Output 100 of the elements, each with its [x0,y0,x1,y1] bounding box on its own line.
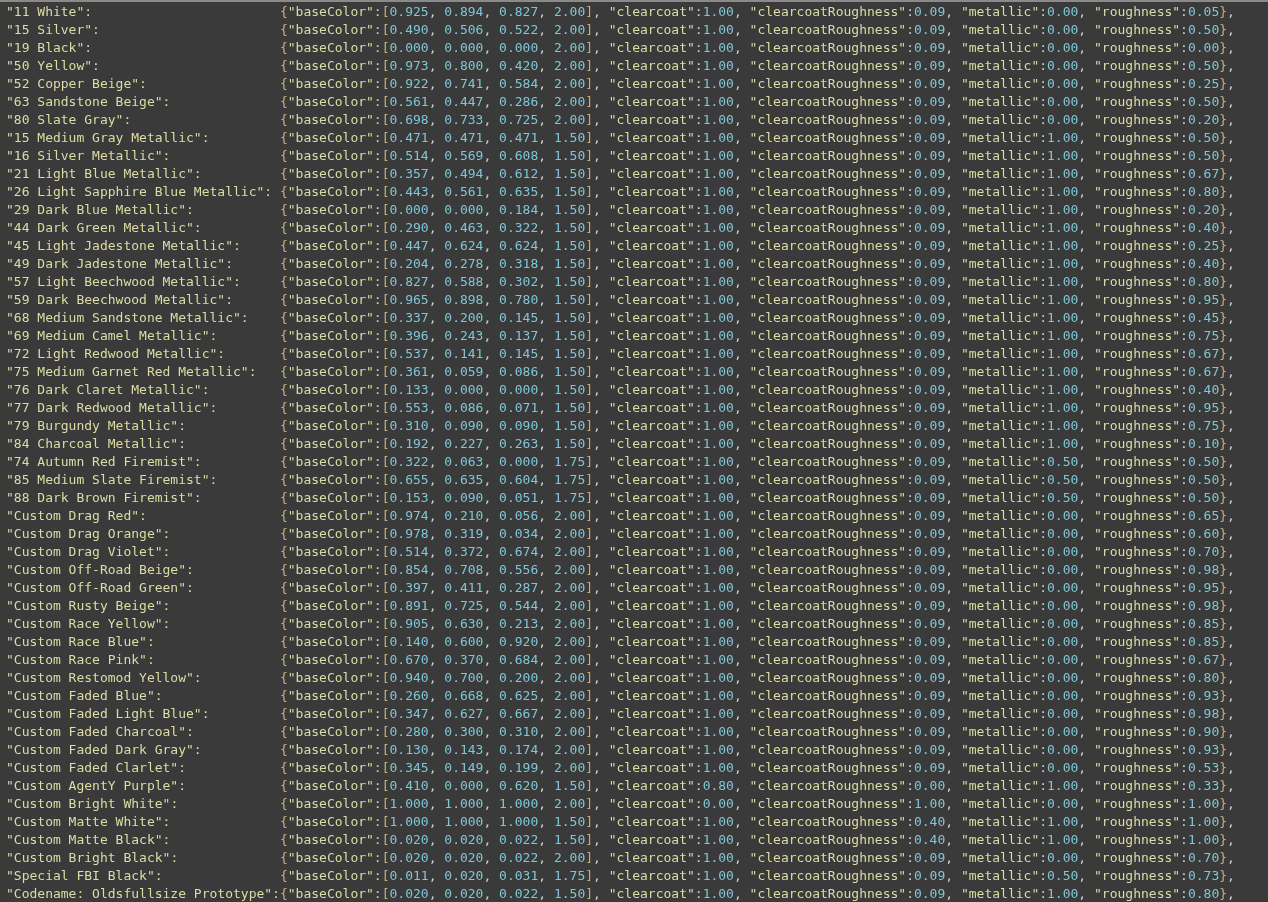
code-value: {"baseColor":[0.827, 0.588, 0.302, 1.50], "clearcoat":1.00, "clearcoatRoughness":0.09, "metallic":1.00, "roughness":0.80}, [279,273,1235,291]
code-key: "16 Silver Metallic": [6,147,280,165]
code-value: {"baseColor":[0.940, 0.700, 0.200, 2.00], "clearcoat":1.00, "clearcoatRoughness":0.09, "metallic":0.00, "roughness":0.80}, [279,669,1235,687]
code-key: "88 Dark Brown Firemist": [6,489,280,507]
code-value: {"baseColor":[0.280, 0.300, 0.310, 2.00], "clearcoat":1.00, "clearcoatRoughness":0.09, "metallic":0.00, "roughness":0.90}, [279,723,1235,741]
code-key: "Custom Matte White": [6,813,280,831]
code-key: "Custom Off-Road Beige": [6,561,280,579]
code-value: {"baseColor":[0.140, 0.600, 0.920, 2.00], "clearcoat":1.00, "clearcoatRoughness":0.09, "metallic":0.00, "roughness":0.85}, [279,633,1235,651]
code-value: {"baseColor":[0.357, 0.494, 0.612, 1.50], "clearcoat":1.00, "clearcoatRoughness":0.09, "metallic":1.00, "roughness":0.67}, [279,165,1235,183]
code-value: {"baseColor":[0.290, 0.463, 0.322, 1.50], "clearcoat":1.00, "clearcoatRoughness":0.09, "metallic":1.00, "roughness":0.40}, [279,219,1235,237]
code-value: {"baseColor":[0.347, 0.627, 0.667, 2.00], "clearcoat":1.00, "clearcoatRoughness":0.09, "metallic":0.00, "roughness":0.98}, [279,705,1235,723]
code-key: "85 Medium Slate Firemist": [6,471,280,489]
code-key: "15 Medium Gray Metallic": [6,129,280,147]
code-key: "52 Copper Beige": [6,75,280,93]
code-value: {"baseColor":[1.000, 1.000, 1.000, 1.50], "clearcoat":1.00, "clearcoatRoughness":0.40, "metallic":1.00, "roughness":1.00}, [279,813,1235,831]
code-value: {"baseColor":[0.655, 0.635, 0.604, 1.75], "clearcoat":1.00, "clearcoatRoughness":0.09, "metallic":0.50, "roughness":0.50}, [279,471,1235,489]
code-value: {"baseColor":[0.922, 0.741, 0.584, 2.00], "clearcoat":1.00, "clearcoatRoughness":0.09, "metallic":0.00, "roughness":0.25}, [279,75,1235,93]
code-value: {"baseColor":[0.260, 0.668, 0.625, 2.00], "clearcoat":1.00, "clearcoatRoughness":0.09, "metallic":0.00, "roughness":0.93}, [279,687,1235,705]
code-key: "Custom Off-Road Green": [6,579,280,597]
code-value: {"baseColor":[0.020, 0.020, 0.022, 1.50], "clearcoat":1.00, "clearcoatRoughness":0.09, "metallic":1.00, "roughness":0.80}, [279,885,1235,902]
code-value: {"baseColor":[0.337, 0.200, 0.145, 1.50], "clearcoat":1.00, "clearcoatRoughness":0.09, "metallic":1.00, "roughness":0.45}, [279,309,1235,327]
code-value: {"baseColor":[0.130, 0.143, 0.174, 2.00], "clearcoat":1.00, "clearcoatRoughness":0.09, "metallic":0.00, "roughness":0.93}, [279,741,1235,759]
code-value: {"baseColor":[0.204, 0.278, 0.318, 1.50], "clearcoat":1.00, "clearcoatRoughness":0.09, "metallic":1.00, "roughness":0.40}, [279,255,1235,273]
code-key: "50 Yellow": [6,57,280,75]
code-value: {"baseColor":[0.133, 0.000, 0.000, 1.50], "clearcoat":1.00, "clearcoatRoughness":0.09, "metallic":1.00, "roughness":0.40}, [279,381,1235,399]
code-value: {"baseColor":[0.396, 0.243, 0.137, 1.50], "clearcoat":1.00, "clearcoatRoughness":0.09, "metallic":1.00, "roughness":0.75}, [279,327,1235,345]
code-key: "80 Slate Gray": [6,111,280,129]
code-value: {"baseColor":[0.698, 0.733, 0.725, 2.00], "clearcoat":1.00, "clearcoatRoughness":0.09, "metallic":0.00, "roughness":0.20}, [279,111,1235,129]
code-value: {"baseColor":[0.514, 0.372, 0.674, 2.00], "clearcoat":1.00, "clearcoatRoughness":0.09, "metallic":0.00, "roughness":0.70}, [279,543,1235,561]
code-value: {"baseColor":[0.925, 0.894, 0.827, 2.00], "clearcoat":1.00, "clearcoatRoughness":0.09, "metallic":0.00, "roughness":0.05}, [279,3,1235,21]
code-value: {"baseColor":[0.905, 0.630, 0.213, 2.00], "clearcoat":1.00, "clearcoatRoughness":0.09, "metallic":0.00, "roughness":0.85}, [279,615,1235,633]
code-value: {"baseColor":[1.000, 1.000, 1.000, 2.00], "clearcoat":0.00, "clearcoatRoughness":1.00, "metallic":0.00, "roughness":1.00}, [279,795,1235,813]
code-value: {"baseColor":[0.490, 0.506, 0.522, 2.00], "clearcoat":1.00, "clearcoatRoughness":0.09, "metallic":0.00, "roughness":0.50}, [279,21,1235,39]
code-value: {"baseColor":[0.553, 0.086, 0.071, 1.50], "clearcoat":1.00, "clearcoatRoughness":0.09, "metallic":1.00, "roughness":0.95}, [279,399,1235,417]
code-value: {"baseColor":[0.514, 0.569, 0.608, 1.50], "clearcoat":1.00, "clearcoatRoughness":0.09, "metallic":1.00, "roughness":0.50}, [279,147,1235,165]
code-value: {"baseColor":[0.670, 0.370, 0.684, 2.00], "clearcoat":1.00, "clearcoatRoughness":0.09, "metallic":0.00, "roughness":0.67}, [279,651,1235,669]
code-key: "Custom Drag Orange": [6,525,280,543]
code-value: {"baseColor":[0.965, 0.898, 0.780, 1.50], "clearcoat":1.00, "clearcoatRoughness":0.09, "metallic":1.00, "roughness":0.95}, [279,291,1235,309]
code-value: {"baseColor":[0.322, 0.063, 0.000, 1.75], "clearcoat":1.00, "clearcoatRoughness":0.09, "metallic":0.50, "roughness":0.50}, [279,453,1235,471]
code-key: "Custom Drag Red": [6,507,280,525]
code-key: "Custom Race Yellow": [6,615,280,633]
code-key: "Custom Faded Charcoal": [6,723,280,741]
code-key: "74 Autumn Red Firemist": [6,453,280,471]
code-key: "15 Silver": [6,21,280,39]
code-value: {"baseColor":[0.973, 0.800, 0.420, 2.00], "clearcoat":1.00, "clearcoatRoughness":0.09, "metallic":0.00, "roughness":0.50}, [279,57,1235,75]
code-value: {"baseColor":[0.000, 0.000, 0.000, 2.00], "clearcoat":1.00, "clearcoatRoughness":0.09, "metallic":0.00, "roughness":0.00}, [279,39,1235,57]
code-value: {"baseColor":[0.310, 0.090, 0.090, 1.50], "clearcoat":1.00, "clearcoatRoughness":0.09, "metallic":1.00, "roughness":0.75}, [279,417,1235,435]
code-key: "72 Light Redwood Metallic": [6,345,280,363]
code-key: "45 Light Jadestone Metallic": [6,237,280,255]
code-key: "84 Charcoal Metallic": [6,435,280,453]
code-key: "57 Light Beechwood Metallic": [6,273,280,291]
code-key: "Custom Drag Violet": [6,543,280,561]
code-key: "77 Dark Redwood Metallic": [6,399,280,417]
code-value: {"baseColor":[0.345, 0.149, 0.199, 2.00], "clearcoat":1.00, "clearcoatRoughness":0.09, "metallic":0.00, "roughness":0.53}, [279,759,1235,777]
code-value: {"baseColor":[0.974, 0.210, 0.056, 2.00], "clearcoat":1.00, "clearcoatRoughness":0.09, "metallic":0.00, "roughness":0.65}, [279,507,1235,525]
code-value: {"baseColor":[0.447, 0.624, 0.624, 1.50], "clearcoat":1.00, "clearcoatRoughness":0.09, "metallic":1.00, "roughness":0.25}, [279,237,1235,255]
code-key: "Custom Faded Clarlet": [6,759,280,777]
code-value: {"baseColor":[0.020, 0.020, 0.022, 2.00], "clearcoat":1.00, "clearcoatRoughness":0.09, "metallic":0.00, "roughness":0.70}, [279,849,1235,867]
code-key: "29 Dark Blue Metallic": [6,201,280,219]
code-value: {"baseColor":[0.000, 0.000, 0.184, 1.50], "clearcoat":1.00, "clearcoatRoughness":0.09, "metallic":1.00, "roughness":0.20}, [279,201,1235,219]
code-key: "Custom Faded Light Blue": [6,705,280,723]
code-value: {"baseColor":[0.561, 0.447, 0.286, 2.00], "clearcoat":1.00, "clearcoatRoughness":0.09, "metallic":0.00, "roughness":0.50}, [279,93,1235,111]
code-value: {"baseColor":[0.153, 0.090, 0.051, 1.75], "clearcoat":1.00, "clearcoatRoughness":0.09, "metallic":0.50, "roughness":0.50}, [279,489,1235,507]
code-key: "63 Sandstone Beige": [6,93,280,111]
code-key: "Custom Matte Black": [6,831,280,849]
code-key: "Custom Rusty Beige": [6,597,280,615]
code-key: "26 Light Sapphire Blue Metallic": [6,183,280,201]
code-key: "59 Dark Beechwood Metallic": [6,291,280,309]
code-key: "19 Black": [6,39,280,57]
code-value: {"baseColor":[0.011, 0.020, 0.031, 1.75], "clearcoat":1.00, "clearcoatRoughness":0.09, "metallic":0.50, "roughness":0.73}, [279,867,1235,885]
code-key: "69 Medium Camel Metallic": [6,327,280,345]
code-key: "Custom Race Blue": [6,633,280,651]
code-key: "79 Burgundy Metallic": [6,417,280,435]
code-key: "Custom Bright Black": [6,849,280,867]
code-key: "68 Medium Sandstone Metallic": [6,309,280,327]
code-value: {"baseColor":[0.978, 0.319, 0.034, 2.00], "clearcoat":1.00, "clearcoatRoughness":0.09, "metallic":0.00, "roughness":0.60}, [279,525,1235,543]
code-key: "44 Dark Green Metallic": [6,219,280,237]
code-value: {"baseColor":[0.471, 0.471, 0.471, 1.50], "clearcoat":1.00, "clearcoatRoughness":0.09, "metallic":1.00, "roughness":0.50}, [279,129,1235,147]
code-value: {"baseColor":[0.020, 0.020, 0.022, 1.50], "clearcoat":1.00, "clearcoatRoughness":0.40, "metallic":1.00, "roughness":1.00}, [279,831,1235,849]
code-key: "49 Dark Jadestone Metallic": [6,255,280,273]
code-key: "Custom AgentY Purple": [6,777,280,795]
code-value: {"baseColor":[0.410, 0.000, 0.620, 1.50], "clearcoat":0.80, "clearcoatRoughness":0.00, "metallic":1.00, "roughness":0.33}, [279,777,1235,795]
code-value: {"baseColor":[0.192, 0.227, 0.263, 1.50], "clearcoat":1.00, "clearcoatRoughness":0.09, "metallic":1.00, "roughness":0.10}, [279,435,1235,453]
code-key: "Custom Restomod Yellow": [6,669,280,687]
code-key: "Special FBI Black": [6,867,280,885]
code-value: {"baseColor":[0.443, 0.561, 0.635, 1.50], "clearcoat":1.00, "clearcoatRoughness":0.09, "metallic":1.00, "roughness":0.80}, [279,183,1235,201]
code-value: {"baseColor":[0.537, 0.141, 0.145, 1.50], "clearcoat":1.00, "clearcoatRoughness":0.09, "metallic":1.00, "roughness":0.67}, [279,345,1235,363]
code-key: "75 Medium Garnet Red Metallic": [6,363,280,381]
code-value: {"baseColor":[0.361, 0.059, 0.086, 1.50], "clearcoat":1.00, "clearcoatRoughness":0.09, "metallic":1.00, "roughness":0.67}, [279,363,1235,381]
code-key: "Codename: Oldsfullsize Prototype": [6,885,280,902]
code-value: {"baseColor":[0.891, 0.725, 0.544, 2.00], "clearcoat":1.00, "clearcoatRoughness":0.09, "metallic":0.00, "roughness":0.98}, [279,597,1235,615]
code-value: {"baseColor":[0.397, 0.411, 0.287, 2.00], "clearcoat":1.00, "clearcoatRoughness":0.09, "metallic":0.00, "roughness":0.95}, [279,579,1235,597]
code-key: "76 Dark Claret Metallic": [6,381,280,399]
code-key: "Custom Race Pink": [6,651,280,669]
code-key: "Custom Faded Blue": [6,687,280,705]
code-value: {"baseColor":[0.854, 0.708, 0.556, 2.00], "clearcoat":1.00, "clearcoatRoughness":0.09, "metallic":0.00, "roughness":0.98}, [279,561,1235,579]
code-key: "11 White": [6,3,280,21]
code-key: "Custom Bright White": [6,795,280,813]
code-key: "Custom Faded Dark Gray": [6,741,280,759]
code-key: "21 Light Blue Metallic": [6,165,280,183]
